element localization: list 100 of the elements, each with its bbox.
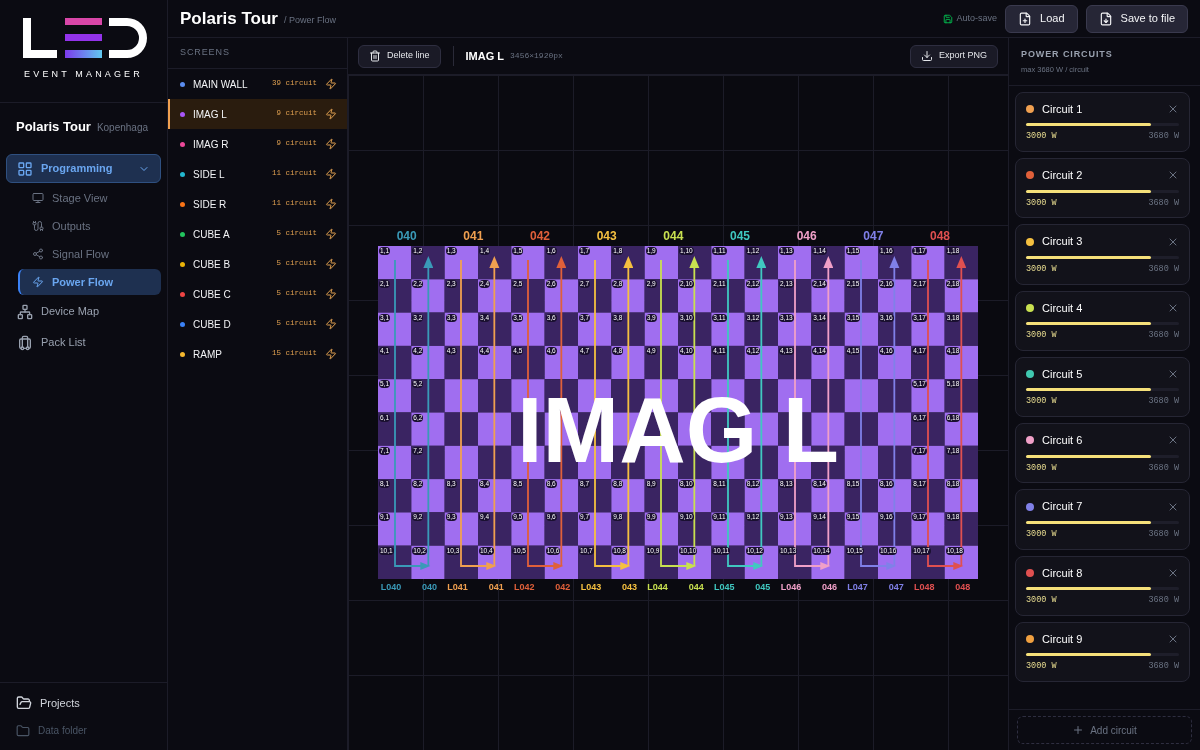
circuit-max: 3680 W [1148,527,1179,541]
circuit-label: L045 [714,583,735,592]
lightning-icon [325,288,337,300]
delete-line-button[interactable]: Delete line [358,44,441,68]
circuit-label: 043 [596,230,617,242]
circuit-name: Circuit 1 [1042,101,1084,117]
plus-icon [1072,724,1085,736]
close-icon[interactable] [1167,103,1179,115]
circuit-name: Circuit 5 [1042,366,1084,382]
circuit-label: 042 [530,230,551,242]
circuit-label: L041 [447,583,468,592]
network-icon [17,303,33,320]
circuit-load: 3000 W [1026,594,1057,607]
nav-subitem[interactable]: Power Flow [18,269,161,295]
circuit-label: L042 [514,583,535,592]
circuit-max: 3680 W [1148,130,1179,143]
panel-heading: POWER CIRCUITS [1021,48,1114,61]
nav-subitem[interactable]: Stage View [18,185,161,211]
circuit-label: 046 [822,583,838,592]
lightning-icon [325,198,337,210]
lightning-icon [325,318,337,330]
circuit-label: 041 [488,583,504,592]
projects-link[interactable]: Projects [16,694,151,711]
logo-subtitle: EVENT MANAGER [24,68,143,81]
circuit-name: Circuit 2 [1042,168,1084,183]
add-circuit-button[interactable]: Add circuit [1017,716,1192,744]
circuit-max: 3680 W [1148,660,1179,673]
monitor-icon [32,192,44,204]
cable-icon [32,220,44,232]
circuit-max: 3680 W [1148,594,1179,607]
page-title: Polaris Tour [180,7,278,30]
circuit-max: 3680 W [1148,329,1179,342]
lightning-icon [325,168,337,180]
circuit-label: 044 [688,583,704,592]
lightning-icon [325,138,337,150]
nav-item[interactable]: Device Map [6,297,161,326]
nav-subitem[interactable]: Signal Flow [18,241,161,267]
circuit-label: L044 [647,583,668,592]
circuit-max: 3680 W [1148,395,1179,408]
file-download-icon [1098,11,1113,26]
circuit-label: L043 [580,583,602,592]
load-button[interactable]: Load [1005,4,1078,33]
screens-heading: SCREENS [168,38,347,69]
file-plus-icon [1018,11,1033,26]
circuit-max: 3680 W [1148,196,1179,210]
circuit-max: 3680 W [1148,262,1179,276]
download-icon [921,50,933,62]
lightning-icon [325,228,337,240]
circuit-load: 3000 W [1026,262,1057,276]
circuit-load: 3000 W [1026,660,1057,673]
nav-subitem[interactable]: Outputs [18,213,161,239]
circuit-name: Circuit 8 [1042,565,1084,581]
circuit-label: 048 [955,583,971,592]
circuit-label: 047 [888,583,904,592]
circuit-label: 048 [930,230,951,242]
breadcrumb: / Power Flow [283,13,336,27]
circuit-label: 040 [422,583,438,592]
circuit-label: L040 [380,583,402,592]
lightning-icon [325,348,337,360]
save-icon [942,13,953,24]
circuit-load: 3000 W [1026,461,1057,475]
circuit-label: 045 [730,230,751,242]
export-png-button[interactable]: Export PNG [910,44,998,68]
circuit-load: 3000 W [1026,130,1057,143]
project-name: Polaris Tour [16,117,91,136]
circuit-label: 042 [555,583,571,592]
circuit-name: Circuit 9 [1042,631,1084,647]
circuit-label: 043 [622,583,638,592]
share-icon [32,248,44,260]
lightning-icon [325,78,337,90]
circuit-name: Circuit 7 [1042,499,1084,515]
circuit-max: 3680 W [1148,461,1179,475]
circuit-label: 045 [755,583,771,592]
lightning-icon [325,108,337,120]
save-button[interactable]: Save to file [1085,4,1188,33]
project-location: Kopenhaga [96,120,149,135]
screen-name: IMAG L [465,48,505,64]
circuit-name: Circuit 3 [1042,234,1084,250]
folder-icon [16,723,30,738]
circuit-label: 047 [863,230,884,242]
circuit-name: Circuit 6 [1042,433,1084,448]
nav-item[interactable]: Pack List [6,328,161,357]
screen-resolution: 3456×1920px [510,50,563,62]
circuit-load: 3000 W [1026,196,1057,210]
folder-icon [16,694,32,711]
circuit-load: 3000 W [1026,527,1057,541]
circuit-label: 040 [396,230,417,242]
circuit-name: Circuit 4 [1042,300,1084,316]
circuit-label: L046 [780,583,802,592]
autosave-status: Auto-save [942,11,998,26]
circuit-load: 3000 W [1026,395,1057,408]
circuit-label: L048 [914,583,935,592]
close-icon[interactable] [1167,633,1179,645]
nav-item[interactable]: Programming [6,154,161,183]
close-icon[interactable] [1167,368,1179,380]
grid-icon [17,160,33,177]
trash-icon [369,50,381,62]
lightning-icon [32,276,44,288]
suitcase-icon [17,334,33,351]
circuit-label: L047 [847,583,868,592]
